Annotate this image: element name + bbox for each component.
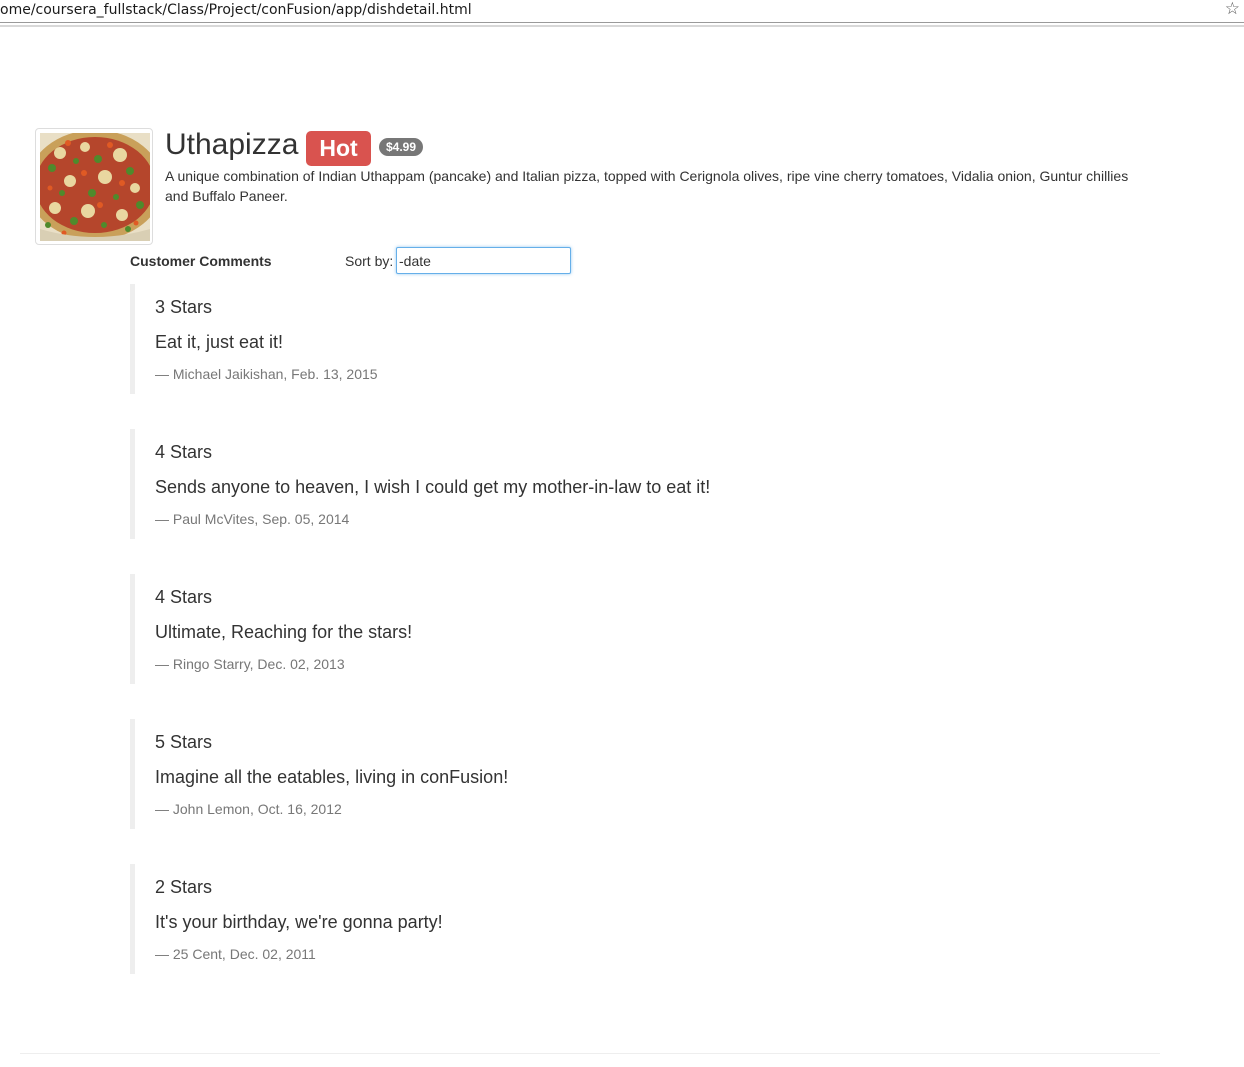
sort-input[interactable] [396, 247, 571, 274]
price-badge: $4.99 [379, 138, 424, 156]
comment-item: 4 Stars Sends anyone to heaven, I wish I… [130, 429, 1030, 539]
comment-rating: 4 Stars [155, 442, 213, 462]
comment-rating: 3 Stars [155, 297, 213, 317]
comment-text: Imagine all the eatables, living in conF… [155, 767, 509, 787]
comment-rating: 4 Stars [155, 587, 213, 607]
comment-item: 4 Stars Ultimate, Reaching for the stars… [130, 574, 1030, 684]
comment-author-date: — 25 Cent, Dec. 02, 2011 [155, 946, 316, 962]
comment-author-date: — Ringo Starry, Dec. 02, 2013 [155, 656, 345, 672]
url-text[interactable]: ome/coursera_fullstack/Class/Project/con… [0, 0, 472, 20]
comment-author-date: — Paul McVites, Sep. 05, 2014 [155, 511, 350, 527]
toolbar-divider [0, 25, 1244, 27]
comment-item: 5 Stars Imagine all the eatables, living… [130, 719, 1030, 829]
comment-rating: 5 Stars [155, 732, 213, 752]
customer-comments-title: Customer Comments [130, 253, 272, 269]
footer-divider [20, 1053, 1160, 1054]
address-bar[interactable]: ome/coursera_fullstack/Class/Project/con… [0, 0, 1244, 23]
comment-text: Ultimate, Reaching for the stars! [155, 622, 413, 642]
sort-label: Sort by: [345, 253, 394, 269]
pizza-image [40, 133, 150, 241]
comment-item: 2 Stars It's your birthday, we're gonna … [130, 864, 1030, 974]
comment-text: Eat it, just eat it! [155, 332, 284, 352]
dish-name: Uthapizza [165, 128, 299, 161]
star-icon[interactable]: ☆ [1225, 0, 1240, 19]
comment-item: 3 Stars Eat it, just eat it! — Michael J… [130, 284, 1030, 394]
comment-author-date: — John Lemon, Oct. 16, 2012 [155, 801, 342, 817]
comment-author-date: — Michael Jaikishan, Feb. 13, 2015 [155, 366, 378, 382]
hot-label: Hot [306, 131, 371, 166]
comment-text: It's your birthday, we're gonna party! [155, 912, 443, 932]
comment-text: Sends anyone to heaven, I wish I could g… [155, 477, 711, 497]
dish-thumbnail [35, 128, 153, 245]
dish-description: A unique combination of Indian Uthappam … [165, 168, 1129, 204]
comment-rating: 2 Stars [155, 877, 213, 897]
